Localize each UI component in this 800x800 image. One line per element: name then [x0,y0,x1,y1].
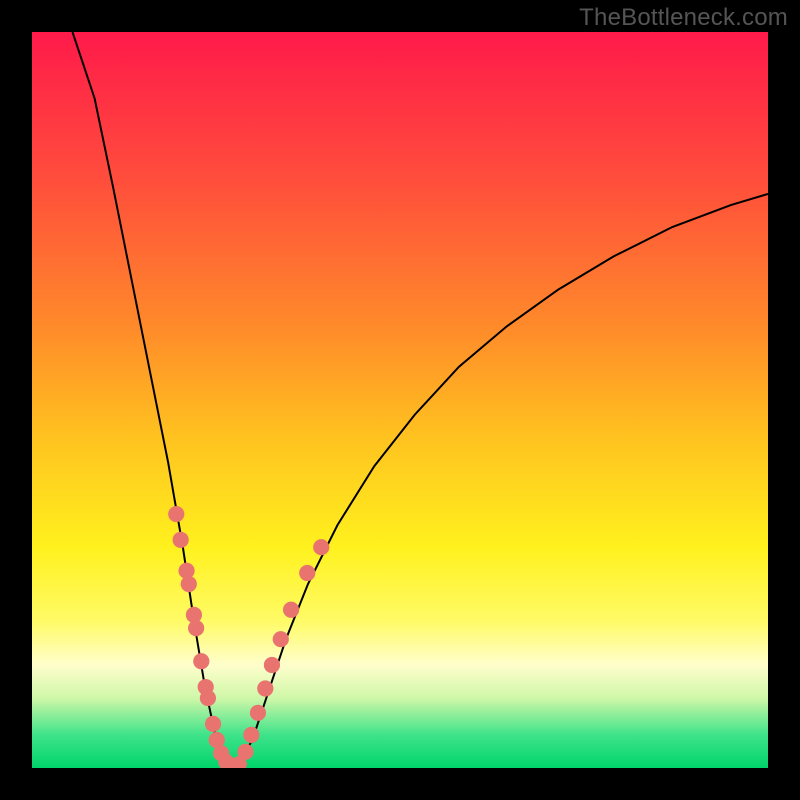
chart-stage: TheBottleneck.com [0,0,800,800]
sample-dot [243,727,259,743]
sample-dot [181,576,197,592]
sample-dot [313,539,329,555]
sample-dot [200,690,216,706]
sample-dot [237,744,253,760]
plot-area [32,32,768,768]
sample-dot [264,657,280,673]
sample-dot [168,506,184,522]
sample-dot [299,565,315,581]
sample-dot [205,716,221,732]
sample-dot [193,653,209,669]
sample-dot [257,680,273,696]
chart-svg [32,32,768,768]
sample-dot [173,532,189,548]
watermark-text: TheBottleneck.com [579,4,788,32]
sample-dot [188,620,204,636]
sample-dot [283,602,299,618]
gradient-background [32,32,768,768]
sample-dot [273,631,289,647]
sample-dot [250,705,266,721]
